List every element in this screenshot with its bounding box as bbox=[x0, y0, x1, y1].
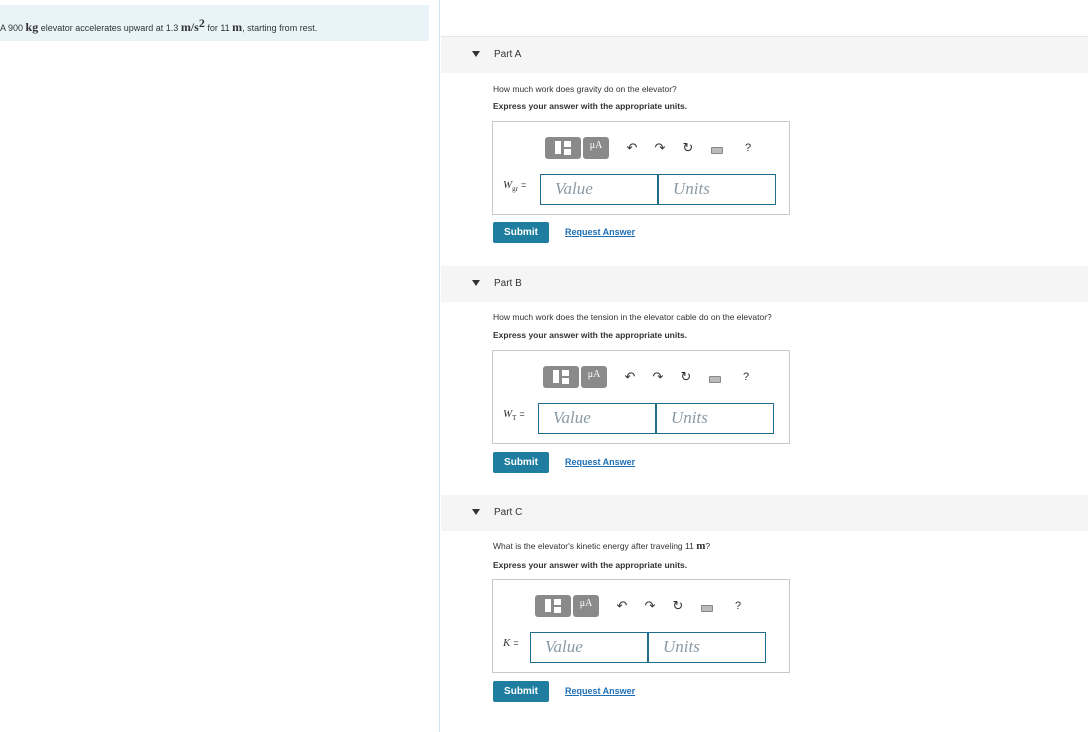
units-button[interactable]: μA bbox=[573, 595, 599, 617]
value-input[interactable]: Value bbox=[530, 632, 648, 663]
units-input[interactable]: Units bbox=[648, 632, 766, 663]
math-toolbar: μA ↶ ↷ ↻ ? bbox=[535, 592, 745, 620]
redo-icon[interactable]: ↷ bbox=[643, 598, 657, 614]
units-input[interactable]: Units bbox=[658, 174, 776, 205]
part-b-header[interactable]: Part B bbox=[441, 266, 1088, 302]
request-answer-link[interactable]: Request Answer bbox=[565, 457, 635, 467]
question-text: How much work does gravity do on the ele… bbox=[493, 84, 677, 94]
question-text: How much work does the tension in the el… bbox=[493, 312, 772, 322]
redo-icon[interactable]: ↷ bbox=[651, 369, 665, 385]
templates-button[interactable] bbox=[543, 366, 579, 388]
submit-button[interactable]: Submit bbox=[493, 222, 549, 243]
part-title: Part B bbox=[494, 278, 522, 289]
problem-panel: A 900 kg elevator accelerates upward at … bbox=[0, 0, 440, 732]
help-icon[interactable]: ? bbox=[741, 142, 755, 154]
keyboard-icon[interactable] bbox=[711, 146, 723, 154]
part-a-header[interactable]: Part A bbox=[441, 37, 1088, 73]
problem-text: elevator accelerates upward at 1.3 bbox=[38, 23, 181, 33]
keyboard-icon[interactable] bbox=[709, 375, 721, 383]
reset-icon[interactable]: ↻ bbox=[671, 598, 685, 614]
variable-subscript: gr bbox=[512, 185, 519, 194]
templates-button[interactable] bbox=[535, 595, 571, 617]
part-c-header[interactable]: Part C bbox=[441, 495, 1088, 531]
question: What is the elevator's kinetic energy af… bbox=[493, 541, 697, 551]
units-button[interactable]: μA bbox=[583, 137, 609, 159]
unit-m: m bbox=[232, 20, 243, 34]
part-a: Part A How much work does gravity do on … bbox=[441, 37, 1088, 262]
equals-sign: = bbox=[519, 409, 525, 419]
variable: W bbox=[503, 179, 513, 191]
question-text: What is the elevator's kinetic energy af… bbox=[493, 540, 710, 552]
variable-subscript: T bbox=[512, 414, 517, 423]
units-input[interactable]: Units bbox=[656, 403, 774, 434]
variable-label: Wgr = bbox=[503, 179, 526, 193]
problem-text: A 900 bbox=[0, 23, 26, 33]
reset-icon[interactable]: ↻ bbox=[681, 140, 695, 156]
redo-icon[interactable]: ↷ bbox=[653, 140, 667, 156]
variable: W bbox=[503, 408, 513, 420]
variable-label: WT = bbox=[503, 408, 525, 422]
variable: K bbox=[503, 637, 511, 649]
math-toolbar: μA ↶ ↷ ↻ ? bbox=[545, 134, 755, 162]
problem-text: , starting from rest. bbox=[242, 23, 318, 33]
question: How much work does gravity do on the ele… bbox=[493, 84, 677, 94]
value-input[interactable]: Value bbox=[538, 403, 656, 434]
reset-icon[interactable]: ↻ bbox=[679, 369, 693, 385]
caret-down-icon[interactable] bbox=[472, 509, 480, 515]
caret-down-icon[interactable] bbox=[472, 51, 480, 57]
part-title: Part C bbox=[494, 507, 523, 518]
variable-label: K = bbox=[503, 637, 519, 649]
parts-panel: Part A How much work does gravity do on … bbox=[441, 0, 1088, 732]
request-answer-link[interactable]: Request Answer bbox=[565, 686, 635, 696]
value-input[interactable]: Value bbox=[540, 174, 658, 205]
templates-button[interactable] bbox=[545, 137, 581, 159]
instructions: Express your answer with the appropriate… bbox=[493, 330, 688, 340]
equals-sign: = bbox=[521, 180, 527, 190]
problem-statement: A 900 kg elevator accelerates upward at … bbox=[0, 5, 429, 41]
math-toolbar: μA ↶ ↷ ↻ ? bbox=[543, 363, 753, 391]
request-answer-link[interactable]: Request Answer bbox=[565, 227, 635, 237]
part-b: Part B How much work does the tension in… bbox=[441, 266, 1088, 491]
question: How much work does the tension in the el… bbox=[493, 312, 772, 322]
instructions: Express your answer with the appropriate… bbox=[493, 560, 688, 570]
units-button[interactable]: μA bbox=[581, 366, 607, 388]
submit-button[interactable]: Submit bbox=[493, 452, 549, 473]
instructions: Express your answer with the appropriate… bbox=[493, 101, 688, 111]
keyboard-icon[interactable] bbox=[701, 604, 713, 612]
caret-down-icon[interactable] bbox=[472, 280, 480, 286]
undo-icon[interactable]: ↶ bbox=[623, 369, 637, 385]
submit-button[interactable]: Submit bbox=[493, 681, 549, 702]
answer-box: μA ↶ ↷ ↻ ? K = Value Units bbox=[492, 579, 790, 673]
undo-icon[interactable]: ↶ bbox=[625, 140, 639, 156]
part-title: Part A bbox=[494, 49, 522, 60]
unit-m: m bbox=[696, 540, 706, 552]
problem-text: for 11 bbox=[204, 23, 233, 33]
part-c: Part C What is the elevator's kinetic en… bbox=[441, 495, 1088, 720]
help-icon[interactable]: ? bbox=[731, 600, 745, 612]
answer-box: μA ↶ ↷ ↻ ? Wgr = Value Units bbox=[492, 121, 790, 215]
unit-kg: kg bbox=[25, 20, 39, 34]
unit-m-s2: m/s bbox=[180, 20, 199, 34]
question-end: ? bbox=[705, 541, 711, 551]
answer-box: μA ↶ ↷ ↻ ? WT = Value Units bbox=[492, 350, 790, 444]
equals-sign: = bbox=[513, 638, 519, 648]
help-icon[interactable]: ? bbox=[739, 371, 753, 383]
undo-icon[interactable]: ↶ bbox=[615, 598, 629, 614]
